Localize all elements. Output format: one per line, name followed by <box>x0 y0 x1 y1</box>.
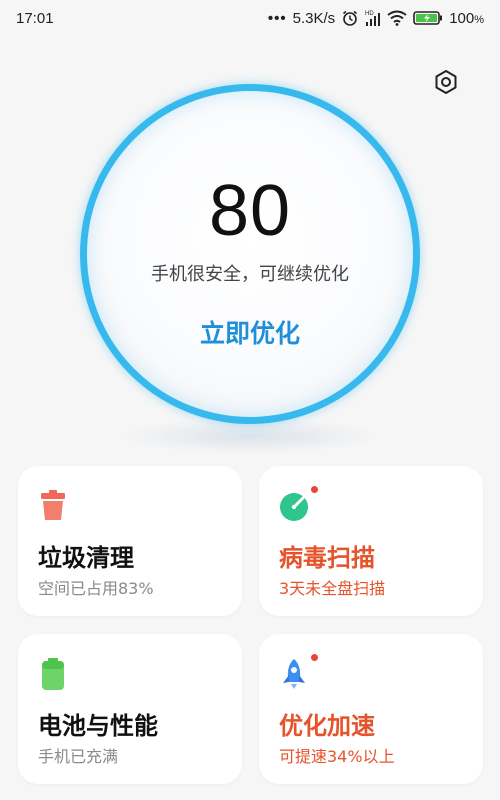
speed-up-subtitle: 可提速34%以上 <box>279 747 395 766</box>
junk-cleanup-title: 垃圾清理 <box>38 544 134 572</box>
speed-up-card[interactable]: 优化加速 可提速34%以上 <box>259 634 483 784</box>
battery-performance-subtitle: 手机已充满 <box>38 747 119 766</box>
battery-percentage: 100% <box>449 10 484 27</box>
virus-scan-subtitle: 3天未全盘扫描 <box>279 579 386 598</box>
junk-cleanup-subtitle: 空间已占用83% <box>38 579 154 598</box>
security-score: 80 <box>208 171 292 251</box>
battery-unit: % <box>474 13 484 26</box>
notification-dots: ••• <box>267 9 287 27</box>
virus-scan-card[interactable]: 病毒扫描 3天未全盘扫描 <box>259 466 483 616</box>
score-ring <box>80 84 420 424</box>
wifi-icon <box>387 10 407 26</box>
battery-performance-title: 电池与性能 <box>38 712 158 740</box>
signal-hd-icon: HD <box>365 9 381 27</box>
network-speed: 5.3K/s <box>292 9 336 27</box>
status-time: 17:01 <box>16 9 54 27</box>
virus-scan-title: 病毒扫描 <box>279 544 375 572</box>
speed-up-title: 优化加速 <box>279 712 375 740</box>
battery-value: 100 <box>449 9 475 27</box>
speed-up-notification-dot <box>311 654 318 661</box>
svg-text:HD: HD <box>365 11 374 17</box>
security-status-text: 手机很安全，可继续优化 <box>151 264 349 285</box>
trash-icon <box>38 490 68 522</box>
settings-gear-icon[interactable] <box>432 68 460 96</box>
status-icons: ••• 5.3K/s HD 100% <box>268 9 484 27</box>
battery-icon <box>38 658 68 690</box>
alarm-icon <box>341 9 359 27</box>
junk-cleanup-card[interactable]: 垃圾清理 空间已占用83% <box>18 466 242 616</box>
battery-performance-card[interactable]: 电池与性能 手机已充满 <box>18 634 242 784</box>
status-bar: 17:01 ••• 5.3K/s HD 100% <box>0 0 500 36</box>
virus-scan-notification-dot <box>311 486 318 493</box>
rocket-icon <box>279 658 309 690</box>
battery-charging-icon <box>413 10 443 26</box>
optimize-now-button[interactable]: 立即优化 <box>170 314 330 350</box>
shield-scan-icon <box>279 490 309 522</box>
score-circle: 80 手机很安全，可继续优化 立即优化 <box>80 84 420 424</box>
